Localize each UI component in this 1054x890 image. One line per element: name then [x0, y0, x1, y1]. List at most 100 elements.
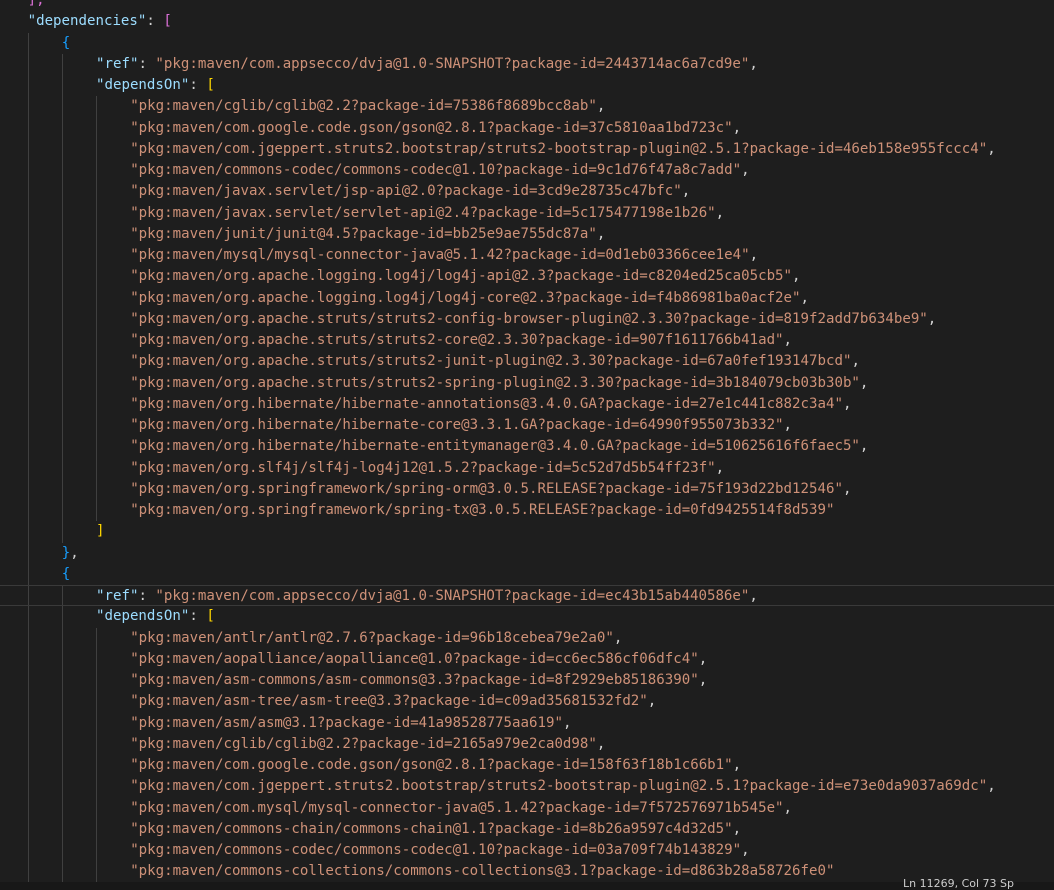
- code-line[interactable]: "pkg:maven/commons-codec/commons-codec@1…: [0, 840, 1054, 862]
- json-punctuation: ,: [681, 183, 691, 200]
- json-string: "pkg:maven/cglib/cglib@2.2?package-id=21…: [130, 735, 597, 752]
- json-string: "pkg:maven/cglib/cglib@2.2?package-id=75…: [130, 98, 597, 115]
- code-line[interactable]: "dependencies": [: [0, 11, 1054, 32]
- code-line[interactable]: "pkg:maven/org.hibernate/hibernate-annot…: [0, 393, 1054, 415]
- json-string: "pkg:maven/com.appsecco/dvja@1.0-SNAPSHO…: [155, 588, 750, 604]
- json-punctuation: ,: [800, 289, 810, 306]
- code-line[interactable]: "pkg:maven/asm-tree/asm-tree@3.3?package…: [0, 691, 1054, 713]
- indent-guide: [96, 712, 97, 734]
- indent-guide: [27, 627, 29, 649]
- indent-guide: [96, 96, 97, 118]
- code-line[interactable]: "pkg:maven/com.mysql/mysql-connector-jav…: [0, 797, 1054, 819]
- code-line-content: "pkg:maven/commons-codec/commons-codec@1…: [130, 840, 749, 861]
- json-string: "pkg:maven/org.apache.struts/struts2-spr…: [130, 374, 860, 391]
- code-line-content: "ref": "pkg:maven/com.appsecco/dvja@1.0-…: [96, 586, 758, 607]
- code-line-content: "pkg:maven/com.mysql/mysql-connector-jav…: [130, 798, 792, 819]
- code-line[interactable]: "pkg:maven/org.slf4j/slf4j-log4j12@1.5.2…: [0, 457, 1054, 479]
- indent-guide: [27, 755, 29, 777]
- json-punctuation: ,: [927, 310, 937, 327]
- indent-guide: [27, 436, 29, 458]
- code-line-content: "pkg:maven/javax.servlet/servlet-api@2.4…: [130, 203, 724, 224]
- indent-guide: [61, 436, 63, 458]
- code-line[interactable]: "pkg:maven/javax.servlet/jsp-api@2.0?pac…: [0, 181, 1054, 203]
- code-line[interactable]: "pkg:maven/antlr/antlr@2.7.6?package-id=…: [0, 627, 1054, 649]
- code-content[interactable]: ], "dependencies": [{"ref": "pkg:maven/co…: [0, 0, 1054, 883]
- code-line[interactable]: "pkg:maven/commons-collections/commons-c…: [0, 861, 1054, 883]
- code-line-content: "pkg:maven/cglib/cglib@2.2?package-id=75…: [130, 96, 605, 117]
- json-punctuation: ,: [698, 672, 708, 688]
- code-line-content: },: [62, 543, 79, 564]
- code-line[interactable]: "pkg:maven/cglib/cglib@2.2?package-id=75…: [0, 96, 1054, 118]
- code-editor[interactable]: ], "dependencies": [{"ref": "pkg:maven/co…: [0, 0, 1054, 890]
- code-line[interactable]: "pkg:maven/org.hibernate/hibernate-entit…: [0, 436, 1054, 458]
- code-line[interactable]: "pkg:maven/aopalliance/aopalliance@1.0?p…: [0, 648, 1054, 670]
- json-punctuation: ,: [596, 98, 606, 115]
- indent-guide: [96, 840, 97, 862]
- json-punctuation: [: [206, 608, 215, 625]
- cursor-position[interactable]: Ln 11269, Col 73 Sp: [903, 878, 1014, 890]
- code-line[interactable]: "pkg:maven/org.apache.logging.log4j/log4…: [0, 287, 1054, 309]
- code-line[interactable]: "pkg:maven/org.springframework/spring-tx…: [0, 500, 1054, 522]
- code-line[interactable]: "pkg:maven/commons-chain/commons-chain@1…: [0, 818, 1054, 840]
- code-line-content: {: [62, 564, 71, 585]
- code-line[interactable]: "pkg:maven/cglib/cglib@2.2?package-id=21…: [0, 733, 1054, 755]
- indent-guide: [27, 478, 29, 500]
- code-line[interactable]: },: [0, 542, 1054, 564]
- indent-guide: [96, 266, 97, 288]
- indent-guide: [27, 223, 29, 245]
- indent-guide: [27, 712, 29, 734]
- code-line[interactable]: "pkg:maven/asm/asm@3.1?package-id=41a985…: [0, 712, 1054, 734]
- code-line[interactable]: "pkg:maven/org.apache.struts/struts2-cor…: [0, 330, 1054, 352]
- code-line[interactable]: "ref": "pkg:maven/com.appsecco/dvja@1.0-…: [0, 585, 1054, 607]
- indent-guide: [27, 75, 29, 97]
- indent-guide: [96, 818, 97, 840]
- code-line-content: "dependsOn": [: [96, 606, 215, 627]
- indent-guide: [61, 138, 63, 160]
- json-string: "pkg:maven/org.apache.struts/struts2-cor…: [130, 332, 784, 348]
- code-line[interactable]: "dependsOn": [: [0, 606, 1054, 628]
- code-line[interactable]: "pkg:maven/org.apache.logging.log4j/log4…: [0, 266, 1054, 288]
- code-line[interactable]: "pkg:maven/com.jgeppert.struts2.bootstra…: [0, 138, 1054, 160]
- indent-guide: [27, 500, 29, 522]
- indent-guide: [96, 308, 97, 330]
- code-line-content: "pkg:maven/org.hibernate/hibernate-entit…: [130, 436, 868, 457]
- indent-guide: [96, 457, 97, 479]
- code-line-content: "pkg:maven/junit/junit@4.5?package-id=bb…: [130, 224, 605, 245]
- code-line[interactable]: "ref": "pkg:maven/com.appsecco/dvja@1.0-…: [0, 53, 1054, 75]
- code-line[interactable]: "pkg:maven/com.google.code.gson/gson@2.8…: [0, 755, 1054, 777]
- code-line[interactable]: "pkg:maven/junit/junit@4.5?package-id=bb…: [0, 223, 1054, 245]
- indent-guide: [96, 393, 97, 415]
- code-line[interactable]: "pkg:maven/javax.servlet/servlet-api@2.4…: [0, 202, 1054, 224]
- indent-guide: [27, 797, 29, 819]
- code-line[interactable]: ],: [0, 0, 1054, 11]
- indent-guide: [96, 691, 97, 713]
- code-line-content: "pkg:maven/org.springframework/spring-tx…: [130, 500, 834, 521]
- code-line[interactable]: "pkg:maven/org.apache.struts/struts2-spr…: [0, 372, 1054, 394]
- code-line[interactable]: "pkg:maven/org.apache.struts/struts2-jun…: [0, 351, 1054, 373]
- json-string: "pkg:maven/org.apache.struts/struts2-jun…: [130, 353, 852, 370]
- indent-guide: [27, 563, 29, 585]
- json-punctuation: :: [146, 13, 164, 30]
- code-line[interactable]: {: [0, 32, 1054, 54]
- json-punctuation: ,: [647, 693, 657, 710]
- code-line[interactable]: "pkg:maven/commons-codec/commons-codec@1…: [0, 160, 1054, 182]
- code-line[interactable]: {: [0, 563, 1054, 585]
- json-punctuation: ,: [562, 714, 572, 731]
- code-line[interactable]: "dependsOn": [: [0, 75, 1054, 97]
- indent-guide: [27, 818, 29, 840]
- code-line[interactable]: "pkg:maven/org.springframework/spring-or…: [0, 478, 1054, 500]
- json-punctuation: {: [61, 565, 71, 582]
- json-string: "pkg:maven/commons-chain/commons-chain@1…: [130, 820, 733, 837]
- json-string: "pkg:maven/junit/junit@4.5?package-id=bb…: [130, 225, 597, 242]
- code-line-content: "pkg:maven/commons-collections/commons-c…: [130, 861, 834, 882]
- code-line[interactable]: "pkg:maven/com.jgeppert.struts2.bootstra…: [0, 776, 1054, 798]
- code-line[interactable]: "pkg:maven/asm-commons/asm-commons@3.3?p…: [0, 670, 1054, 692]
- code-line-content: "pkg:maven/org.apache.struts/struts2-con…: [130, 309, 936, 330]
- code-line[interactable]: "pkg:maven/mysql/mysql-connector-java@5.…: [0, 245, 1054, 267]
- code-line[interactable]: "pkg:maven/org.apache.struts/struts2-con…: [0, 308, 1054, 330]
- json-punctuation: ,: [859, 374, 869, 391]
- code-line[interactable]: "pkg:maven/org.hibernate/hibernate-core@…: [0, 415, 1054, 437]
- code-line[interactable]: "pkg:maven/com.google.code.gson/gson@2.8…: [0, 117, 1054, 139]
- indent-guide: [27, 245, 29, 267]
- code-line[interactable]: ]: [0, 521, 1054, 543]
